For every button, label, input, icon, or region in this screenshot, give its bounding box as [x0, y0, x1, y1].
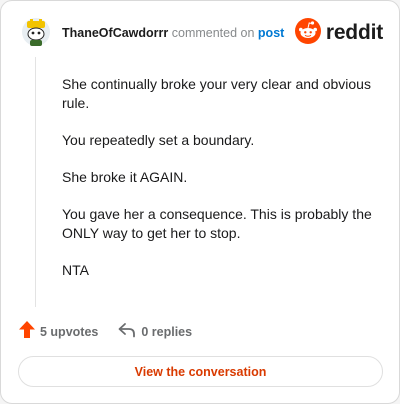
reply-count: 0 replies — [141, 325, 193, 339]
comment-actions: 5 upvotes 0 replies — [19, 321, 212, 343]
reply-arrow-icon — [118, 322, 136, 343]
upvote-arrow-icon — [19, 321, 35, 343]
upvote-count: 5 upvotes — [40, 325, 99, 339]
comment-paragraph: You repeatedly set a boundary. — [62, 132, 255, 148]
reddit-logo-icon — [294, 17, 321, 49]
post-link[interactable]: post — [258, 26, 284, 40]
action-text: commented on — [171, 26, 255, 40]
thread-line — [35, 57, 36, 307]
comment-paragraph: She broke it AGAIN. — [62, 169, 188, 185]
username-link[interactable]: ThaneOfCawdorrr — [62, 26, 168, 40]
comment-meta: ThaneOfCawdorrr commented on post — [62, 26, 284, 40]
reddit-wordmark: reddit — [325, 21, 383, 44]
user-avatar-icon[interactable] — [21, 17, 51, 47]
comment-paragraph: NTA — [62, 262, 89, 278]
comment-header: ThaneOfCawdorrr commented on post reddit — [21, 17, 383, 51]
reply-button[interactable]: 0 replies — [118, 322, 192, 343]
upvote-button[interactable]: 5 upvotes — [19, 321, 98, 343]
comment-embed-card: ThaneOfCawdorrr commented on post reddit — [0, 0, 400, 404]
view-conversation-label: View the conversation — [134, 364, 267, 379]
comment-paragraph: You gave her a consequence. This is prob… — [62, 206, 372, 241]
comment-body: She continually broke your very clear an… — [62, 75, 382, 298]
view-conversation-button[interactable]: View the conversation — [18, 356, 383, 387]
reddit-brand[interactable]: reddit — [294, 17, 383, 49]
comment-paragraph: She continually broke your very clear an… — [62, 76, 371, 111]
